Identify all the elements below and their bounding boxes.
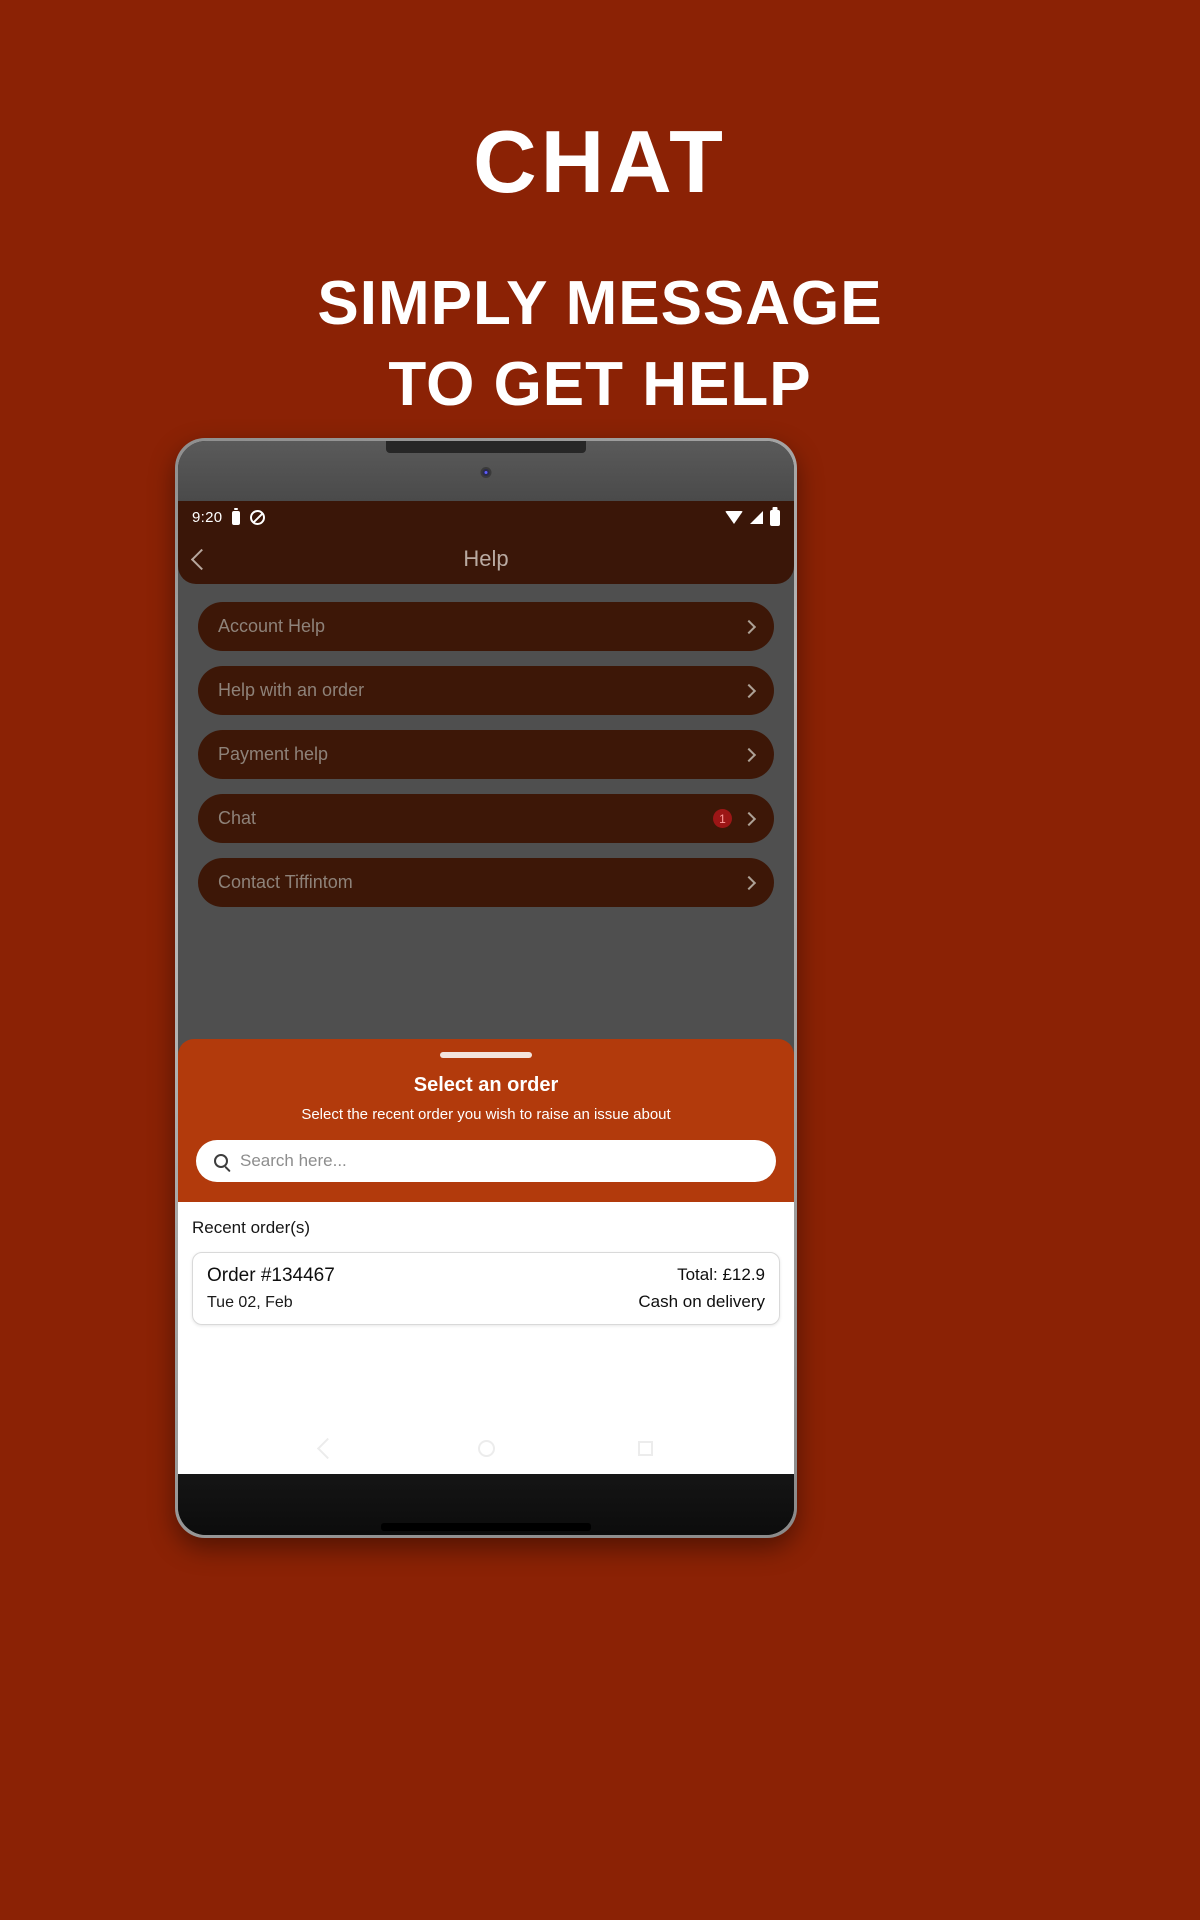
battery-icon [232,510,241,525]
menu-item-trailing [741,875,757,890]
menu-item-payment-help[interactable]: Payment help [198,730,774,779]
chevron-right-icon [741,875,757,890]
recents-nav-icon[interactable] [637,1440,653,1456]
app-bar-title: Help [463,546,509,571]
select-order-bottom-sheet: Select an order Select the recent order … [178,1039,794,1474]
order-secondary-info: Total: £12.9 Cash on delivery [638,1265,765,1312]
menu-item-label: Payment help [218,744,329,764]
battery-icon [770,509,780,526]
menu-item-label: Account Help [218,616,326,636]
recent-orders-panel: Recent order(s) Order #134467 Tue 02, Fe… [178,1202,794,1422]
app-bar: Help [178,534,794,584]
chevron-right-icon [741,683,757,698]
status-bar: 9:20 [178,501,794,534]
order-total: Total: £12.9 [677,1265,765,1284]
order-payment-method: Cash on delivery [638,1292,765,1311]
device-screen-container: 9:20 Help Account Help Help with an orde… [178,441,794,1535]
status-time: 9:20 [192,509,223,526]
recent-orders-heading: Recent order(s) [192,1218,311,1237]
status-badge: 1 [713,809,732,828]
do-not-disturb-icon [250,510,266,525]
sheet-subtitle: Select the recent order you wish to rais… [301,1106,671,1123]
menu-item-trailing: 1 [713,809,757,828]
wifi-icon [725,511,743,524]
menu-item-contact-tiffintom[interactable]: Contact Tiffintom [198,858,774,907]
menu-item-label: Contact Tiffintom [218,872,353,892]
menu-item-label: Chat [218,808,257,828]
promo-subtitle: SIMPLY MESSAGE TO GET HELP [0,264,1200,425]
device-bottom-bezel [178,1474,794,1535]
menu-item-label: Help with an order [218,680,365,700]
order-date: Tue 02, Feb [207,1294,293,1311]
app-screen: 9:20 Help Account Help Help with an orde… [178,501,794,1474]
home-nav-icon[interactable] [477,1439,495,1457]
menu-item-trailing [741,619,757,634]
menu-item-chat[interactable]: Chat 1 [198,794,774,843]
android-navigation-bar [178,1422,794,1474]
order-primary-info: Order #134467 Tue 02, Feb [207,1265,335,1312]
sheet-title: Select an order [413,1074,559,1096]
front-camera-icon [480,467,492,478]
menu-item-account-help[interactable]: Account Help [198,602,774,651]
chevron-right-icon [741,811,757,826]
status-bar-right [725,509,780,526]
device-top-bezel [178,441,794,501]
chevron-right-icon [741,619,757,634]
order-list-item[interactable]: Order #134467 Tue 02, Feb Total: £12.9 C… [192,1252,780,1325]
promo-subtitle-line-1: SIMPLY MESSAGE [317,269,883,338]
speaker-notch [386,441,586,453]
chevron-right-icon [741,747,757,762]
signal-icon [750,511,763,524]
back-nav-icon[interactable] [316,1437,338,1459]
page-title: CHAT [473,112,727,211]
speaker-grill [381,1523,591,1531]
order-id: Order #134467 [207,1265,335,1286]
search-input[interactable] [240,1151,758,1171]
promo-subtitle-line-2: TO GET HELP [388,349,812,419]
menu-item-trailing [741,747,757,762]
status-bar-left: 9:20 [192,509,266,526]
search-icon [214,1154,228,1168]
help-menu-list: Account Help Help with an order Payment … [178,584,794,907]
drag-handle[interactable] [440,1052,532,1058]
menu-item-help-with-an-order[interactable]: Help with an order [198,666,774,715]
device-mockup: 9:20 Help Account Help Help with an orde… [175,438,797,1538]
menu-item-trailing [741,683,757,698]
search-bar[interactable] [196,1140,776,1182]
promo-banner: CHAT SIMPLY MESSAGE TO GET HELP [0,0,1200,425]
